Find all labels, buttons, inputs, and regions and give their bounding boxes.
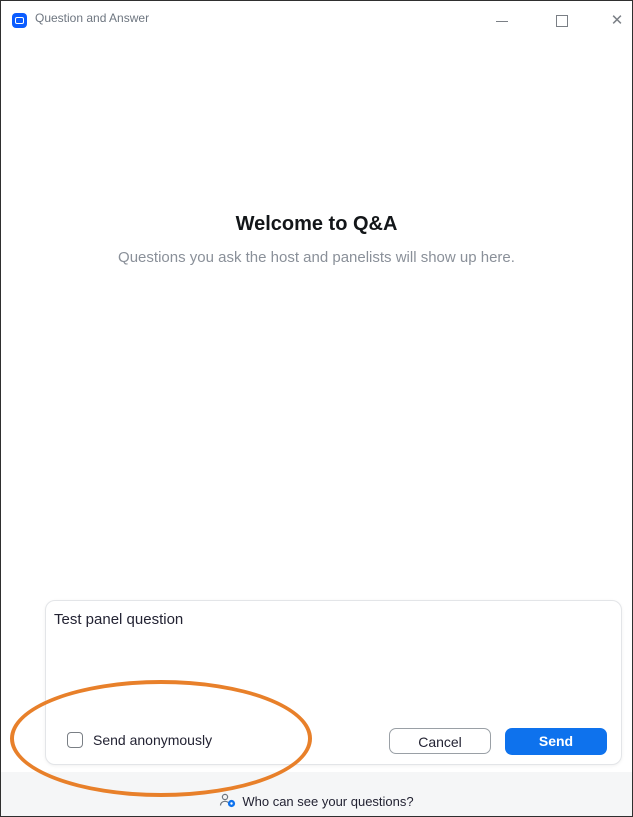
welcome-description: Questions you ask the host and panelists… [118,249,515,266]
title-bar: Question and Answer ✕ [1,1,632,41]
who-can-see-label: Who can see your questions? [242,793,414,809]
welcome-panel: Welcome to Q&A Questions you ask the hos… [1,213,632,269]
minimize-button[interactable] [487,9,517,31]
send-anonymously-checkbox[interactable] [67,732,83,748]
window-title: Question and Answer [35,11,150,25]
qa-window: Question and Answer ✕ Welcome to Q&A Que… [0,0,633,817]
footer-bar: Who can see your questions? [1,772,632,816]
send-button[interactable]: Send [505,728,607,755]
close-button[interactable]: ✕ [602,9,632,31]
question-input[interactable] [54,611,609,701]
zoom-app-icon [12,13,27,28]
people-icon [220,793,236,808]
welcome-title: Welcome to Q&A [235,213,398,235]
send-anonymously-option[interactable]: Send anonymously [67,732,212,748]
question-composer: Send anonymously Cancel Send [45,600,622,765]
send-anonymously-label: Send anonymously [93,732,213,748]
who-can-see-link[interactable]: Who can see your questions? [219,793,414,809]
cancel-button[interactable]: Cancel [389,728,491,754]
maximize-button[interactable] [547,9,577,31]
